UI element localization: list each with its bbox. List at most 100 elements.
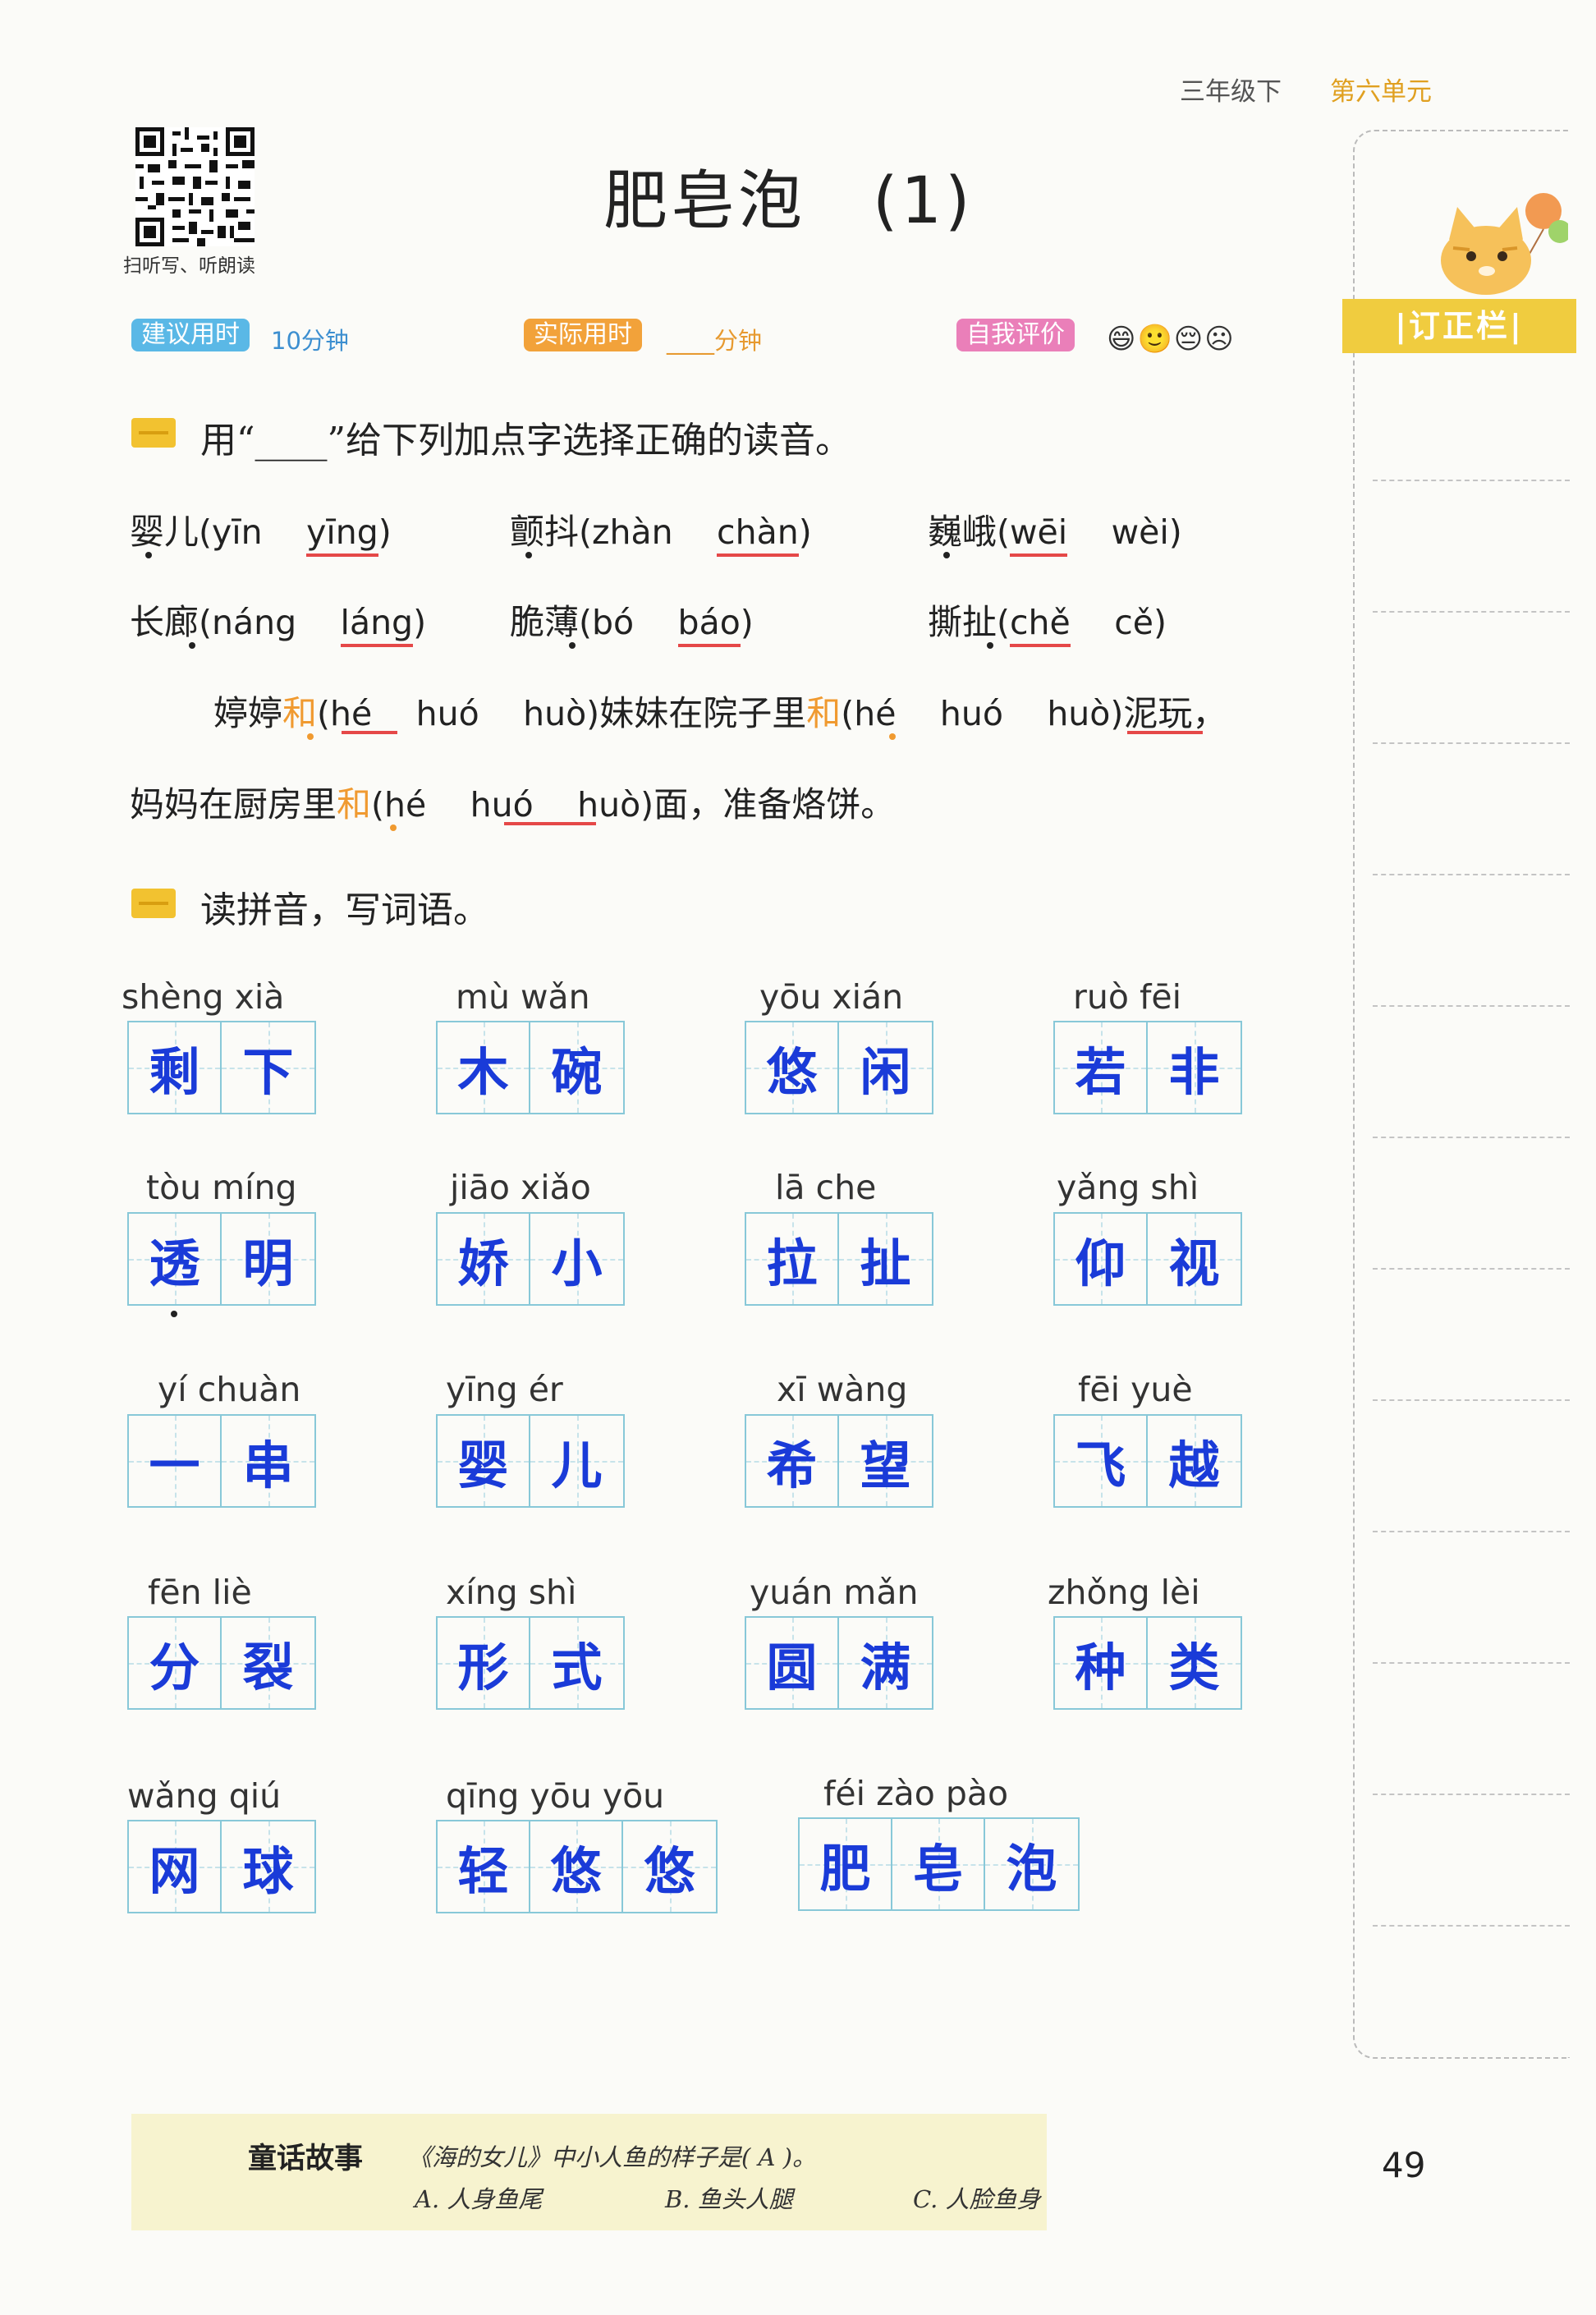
char-cell[interactable]: 下 xyxy=(222,1022,314,1113)
correction-line xyxy=(1373,1399,1570,1401)
correction-column xyxy=(1353,130,1570,2059)
answer-underline xyxy=(504,820,596,825)
word-grid[interactable]: 希望 xyxy=(745,1414,933,1508)
char-cell[interactable]: 视 xyxy=(1148,1214,1241,1304)
rating-faces-icon[interactable]: 😄🙂😔☹ xyxy=(1107,323,1236,356)
char-cell[interactable]: 明 xyxy=(222,1214,314,1304)
choice-word: 婴儿 xyxy=(130,512,200,552)
char-cell[interactable]: 满 xyxy=(839,1618,932,1708)
char-cell[interactable]: 婴 xyxy=(438,1416,530,1506)
char-cell[interactable]: 类 xyxy=(1148,1618,1241,1708)
char-cell[interactable]: 越 xyxy=(1148,1416,1241,1506)
char-cell[interactable]: 泡 xyxy=(985,1819,1078,1909)
char-cell[interactable]: 闲 xyxy=(839,1022,932,1113)
char-cell[interactable]: 形 xyxy=(438,1618,530,1708)
word-grid[interactable]: 木碗 xyxy=(436,1021,625,1114)
word-grid[interactable]: 一串 xyxy=(127,1414,316,1508)
story-option-b[interactable]: B. 鱼头人腿 xyxy=(665,2180,793,2215)
char-cell[interactable]: 分 xyxy=(129,1618,222,1708)
story-option-a[interactable]: A. 人身鱼尾 xyxy=(415,2180,542,2215)
char-cell[interactable]: 悠 xyxy=(623,1821,716,1912)
choice-word: 巍峨 xyxy=(928,512,998,552)
word-grid[interactable]: 飞越 xyxy=(1053,1414,1242,1508)
word-grid[interactable]: 拉扯 xyxy=(745,1212,933,1306)
choice-option[interactable]: cě xyxy=(1114,603,1153,642)
char-cell[interactable]: 式 xyxy=(530,1618,623,1708)
choice-option-selected[interactable]: wēi xyxy=(1010,512,1068,557)
choice-option[interactable]: huò) xyxy=(523,694,599,733)
choice-option[interactable]: zhàn xyxy=(592,512,673,552)
char-cell[interactable]: 望 xyxy=(839,1416,932,1506)
choice-option[interactable]: yīn xyxy=(212,512,263,552)
word-pinyin: shèng xià xyxy=(122,977,285,1017)
char-cell[interactable]: 球 xyxy=(222,1821,314,1912)
choice-option[interactable]: (hé xyxy=(841,694,896,733)
char-cell[interactable]: 扯 xyxy=(839,1214,932,1304)
char-cell[interactable]: 木 xyxy=(438,1022,530,1113)
choice-option[interactable]: (hé xyxy=(317,694,372,733)
char-cell[interactable]: 种 xyxy=(1055,1618,1148,1708)
choice-option-selected[interactable]: yīng xyxy=(306,512,378,557)
char-cell[interactable]: 悠 xyxy=(530,1821,623,1912)
emphasis-dot xyxy=(943,552,950,558)
char-cell[interactable]: 透 xyxy=(129,1214,222,1304)
story-option-c[interactable]: C. 人脸鱼身 xyxy=(913,2180,1041,2215)
word-grid[interactable]: 婴儿 xyxy=(436,1414,625,1508)
word-grid[interactable]: 若非 xyxy=(1053,1021,1242,1114)
word-grid[interactable]: 娇小 xyxy=(436,1212,625,1306)
choice-option[interactable]: huó xyxy=(470,785,534,824)
char-cell[interactable]: 串 xyxy=(222,1416,314,1506)
correction-line xyxy=(1373,1268,1570,1270)
char-cell[interactable]: 非 xyxy=(1148,1022,1241,1113)
word-grid[interactable]: 种类 xyxy=(1053,1616,1242,1710)
choice-option-selected[interactable]: láng xyxy=(340,603,414,647)
word-grid[interactable]: 轻悠悠 xyxy=(436,1820,718,1913)
char-cell[interactable]: 剩 xyxy=(129,1022,222,1113)
char-cell[interactable]: 皂 xyxy=(892,1819,985,1909)
choice-option-selected[interactable]: báo xyxy=(677,603,741,647)
choice-option-selected[interactable]: chàn xyxy=(717,512,799,557)
word-pinyin: ruò fēi xyxy=(1073,977,1182,1017)
char-cell[interactable]: 拉 xyxy=(746,1214,839,1304)
emphasis-dot xyxy=(569,642,576,649)
word-pinyin: mù wǎn xyxy=(456,977,590,1017)
char-cell[interactable]: 若 xyxy=(1055,1022,1148,1113)
char-cell[interactable]: 肥 xyxy=(800,1819,892,1909)
word-grid[interactable]: 仰视 xyxy=(1053,1212,1242,1306)
word-grid[interactable]: 剩下 xyxy=(127,1021,316,1114)
char-cell[interactable]: 儿 xyxy=(530,1416,623,1506)
word-grid[interactable]: 悠闲 xyxy=(745,1021,933,1114)
char-cell[interactable]: 仰 xyxy=(1055,1214,1148,1304)
char-cell[interactable]: 圆 xyxy=(746,1618,839,1708)
word-grid[interactable]: 肥皂泡 xyxy=(798,1817,1080,1911)
char-cell[interactable]: 轻 xyxy=(438,1821,530,1912)
choice-option[interactable]: náng xyxy=(212,603,296,642)
choice-option[interactable]: huó xyxy=(416,694,479,733)
grade-label: 三年级下 xyxy=(1180,77,1282,107)
choice-option[interactable]: bó xyxy=(592,603,634,642)
choice-option[interactable]: wèi xyxy=(1112,512,1169,552)
char-cell[interactable]: 悠 xyxy=(746,1022,839,1113)
char-cell[interactable]: 碗 xyxy=(530,1022,623,1113)
choice-option[interactable]: (hé xyxy=(371,785,426,824)
qr-code-icon[interactable] xyxy=(135,127,255,246)
word-grid[interactable]: 圆满 xyxy=(745,1616,933,1710)
choice-option[interactable]: huó xyxy=(940,694,1003,733)
unit-label: 第六单元 xyxy=(1330,77,1432,107)
word-grid[interactable]: 透明 xyxy=(127,1212,316,1306)
section-1-marker xyxy=(131,418,176,448)
choice-option[interactable]: huò) xyxy=(577,785,654,824)
choice-option-selected[interactable]: chě xyxy=(1010,603,1071,647)
word-grid[interactable]: 分裂 xyxy=(127,1616,316,1710)
char-cell[interactable]: 娇 xyxy=(438,1214,530,1304)
choice-option[interactable]: huò) xyxy=(1047,694,1123,733)
word-grid[interactable]: 网球 xyxy=(127,1820,316,1913)
char-cell[interactable]: 网 xyxy=(129,1821,222,1912)
char-cell[interactable]: 飞 xyxy=(1055,1416,1148,1506)
pinyin-choice-sichе: 撕扯(chě cě) xyxy=(928,595,1167,647)
char-cell[interactable]: 一 xyxy=(129,1416,222,1506)
char-cell[interactable]: 小 xyxy=(530,1214,623,1304)
char-cell[interactable]: 裂 xyxy=(222,1618,314,1708)
char-cell[interactable]: 希 xyxy=(746,1416,839,1506)
word-grid[interactable]: 形式 xyxy=(436,1616,625,1710)
